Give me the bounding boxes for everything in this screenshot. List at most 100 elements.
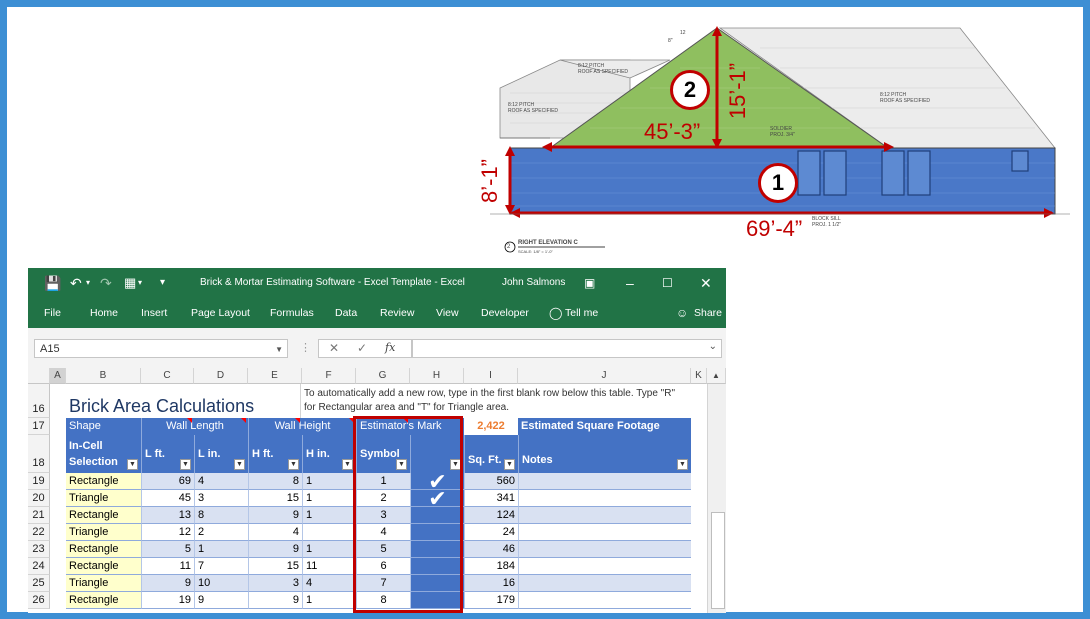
sq-ft-cell[interactable]: 124 (464, 507, 518, 524)
col-header-b[interactable]: B (66, 368, 141, 384)
enter-icon[interactable]: ✓ (357, 341, 367, 355)
notes-cell[interactable] (518, 507, 691, 524)
row-header-20[interactable]: 20 (28, 490, 50, 507)
l-ft-cell[interactable]: 19 (141, 592, 194, 609)
h-ft-cell[interactable]: 9 (248, 541, 302, 558)
user-name[interactable]: John Salmons (502, 268, 565, 298)
sq-ft-cell[interactable]: 16 (464, 575, 518, 592)
h-in-cell[interactable]: 4 (302, 575, 356, 592)
l-in-cell[interactable]: 7 (194, 558, 248, 575)
vertical-scrollbar[interactable] (707, 384, 726, 613)
shape-cell[interactable]: Triangle (66, 490, 141, 507)
l-ft-cell[interactable]: 45 (141, 490, 194, 507)
filter-dropdown-icon[interactable]: ▼ (677, 459, 688, 470)
cancel-icon[interactable]: ✕ (329, 341, 339, 355)
col-header-h[interactable]: H (410, 368, 464, 384)
row-header-23[interactable]: 23 (28, 541, 50, 558)
h-ft-cell[interactable]: 15 (248, 558, 302, 575)
formula-bar[interactable]: ⌄ (412, 339, 722, 358)
shape-cell[interactable]: Rectangle (66, 558, 141, 575)
col-header-f[interactable]: F (302, 368, 356, 384)
expand-formula-bar-icon[interactable]: ⌄ (709, 341, 717, 352)
shape-cell[interactable]: Rectangle (66, 592, 141, 609)
l-in-cell[interactable]: 8 (194, 507, 248, 524)
col-header-g[interactable]: G (356, 368, 410, 384)
sq-ft-cell[interactable]: 179 (464, 592, 518, 609)
undo-dropdown-icon[interactable]: ▾ (86, 268, 90, 298)
h-ft-cell[interactable]: 9 (248, 592, 302, 609)
filter-dropdown-icon[interactable]: ▼ (127, 459, 138, 470)
tab-data[interactable]: Data (335, 298, 357, 328)
tab-home[interactable]: Home (90, 298, 118, 328)
notes-cell[interactable] (518, 524, 691, 541)
sq-ft-cell[interactable]: 184 (464, 558, 518, 575)
minimize-icon[interactable]: – (626, 268, 634, 298)
h-in-cell[interactable]: 1 (302, 490, 356, 507)
shape-cell[interactable]: Rectangle (66, 541, 141, 558)
l-ft-cell[interactable]: 12 (141, 524, 194, 541)
l-ft-cell[interactable]: 5 (141, 541, 194, 558)
sq-ft-cell[interactable]: 24 (464, 524, 518, 541)
customize-toolbar-icon[interactable]: ▾ (160, 268, 165, 298)
form-icon[interactable]: ▦ (124, 268, 136, 298)
save-icon[interactable]: 💾 (44, 268, 61, 298)
select-all-corner[interactable] (28, 368, 50, 384)
scrollbar-thumb[interactable] (711, 512, 725, 609)
notes-cell[interactable] (518, 541, 691, 558)
share-button[interactable]: Share (694, 298, 722, 328)
maximize-icon[interactable]: ☐ (662, 268, 673, 298)
h-ft-cell[interactable]: 15 (248, 490, 302, 507)
notes-cell[interactable] (518, 490, 691, 507)
col-header-e[interactable]: E (248, 368, 302, 384)
l-in-cell[interactable]: 3 (194, 490, 248, 507)
row-header-22[interactable]: 22 (28, 524, 50, 541)
tab-page-layout[interactable]: Page Layout (191, 298, 250, 328)
row-header-25[interactable]: 25 (28, 575, 50, 592)
h-in-cell[interactable]: 11 (302, 558, 356, 575)
sq-ft-cell[interactable]: 560 (464, 473, 518, 490)
filter-dropdown-icon[interactable]: ▼ (180, 459, 191, 470)
notes-cell[interactable] (518, 558, 691, 575)
tell-me[interactable]: Tell me (565, 298, 598, 328)
l-in-cell[interactable]: 9 (194, 592, 248, 609)
h-ft-cell[interactable]: 9 (248, 507, 302, 524)
shape-cell[interactable]: Triangle (66, 524, 141, 541)
h-ft-cell[interactable]: 3 (248, 575, 302, 592)
col-header-a[interactable]: A (50, 368, 66, 384)
notes-cell[interactable] (518, 592, 691, 609)
shape-cell[interactable]: Rectangle (66, 473, 141, 490)
h-in-cell[interactable]: 1 (302, 507, 356, 524)
row-header-26[interactable]: 26 (28, 592, 50, 609)
name-box[interactable]: A15 ▼ (34, 339, 288, 358)
shape-cell[interactable]: Rectangle (66, 507, 141, 524)
col-header-j[interactable]: J (518, 368, 691, 384)
row-header-17[interactable]: 17 (28, 418, 50, 435)
notes-cell[interactable] (518, 473, 691, 490)
h-in-cell[interactable]: 1 (302, 592, 356, 609)
h-in-cell[interactable]: 1 (302, 473, 356, 490)
tab-view[interactable]: View (436, 298, 459, 328)
filter-dropdown-icon[interactable]: ▼ (342, 459, 353, 470)
sq-ft-cell[interactable]: 46 (464, 541, 518, 558)
filter-dropdown-icon[interactable]: ▼ (288, 459, 299, 470)
ribbon-display-icon[interactable]: ▣ (584, 268, 595, 298)
row-header-19[interactable]: 19 (28, 473, 50, 490)
tab-insert[interactable]: Insert (141, 298, 167, 328)
l-ft-cell[interactable]: 9 (141, 575, 194, 592)
tab-review[interactable]: Review (380, 298, 414, 328)
redo-icon[interactable]: ↷ (100, 268, 112, 298)
l-ft-cell[interactable]: 69 (141, 473, 194, 490)
h-ft-cell[interactable]: 4 (248, 524, 302, 541)
row-header-24[interactable]: 24 (28, 558, 50, 575)
scroll-up-icon[interactable]: ▲ (707, 368, 726, 384)
col-header-c[interactable]: C (141, 368, 194, 384)
row-header-16[interactable]: 16 (28, 384, 50, 418)
l-ft-cell[interactable]: 13 (141, 507, 194, 524)
tab-file[interactable]: File (44, 298, 61, 328)
h-in-cell[interactable] (302, 524, 356, 541)
close-icon[interactable]: ✕ (700, 268, 712, 298)
sq-ft-cell[interactable]: 341 (464, 490, 518, 507)
undo-icon[interactable]: ↶ (70, 268, 82, 298)
tab-formulas[interactable]: Formulas (270, 298, 314, 328)
shape-cell[interactable]: Triangle (66, 575, 141, 592)
